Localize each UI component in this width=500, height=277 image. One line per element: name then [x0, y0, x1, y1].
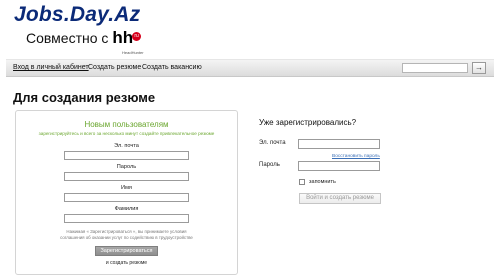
restore-password-link[interactable]: Восстановить пароль	[332, 154, 380, 159]
create-resume-caption: и создать резюме	[105, 260, 148, 266]
site-logo[interactable]: Jobs.Day.Az Совместно с hhru HeadHunter	[14, 3, 144, 56]
register-first-name-field[interactable]	[64, 193, 189, 202]
partner-line: Совместно с hhru HeadHunter	[26, 29, 144, 55]
login-password-field[interactable]	[298, 161, 380, 171]
register-password-field[interactable]	[64, 172, 189, 181]
main-nav: Вход в личный кабинет Создать резюме Соз…	[6, 59, 494, 77]
register-title: Новым пользователям	[84, 120, 169, 129]
terms-text: Нажимая « Зарегистрироваться », вы прини…	[66, 229, 187, 234]
login-title: Уже зарегистрировались?	[259, 118, 357, 127]
register-password-label: Пароль	[116, 164, 137, 170]
nav-login-cabinet[interactable]: Вход в личный кабинет	[13, 64, 89, 71]
search-go-button[interactable]: →	[472, 62, 486, 74]
register-panel: Новым пользователям зарегистрируйтесь и …	[15, 110, 238, 275]
register-last-name-label: Фамилия	[114, 206, 139, 212]
register-email-label: Эл. почта	[114, 143, 139, 149]
login-email-label: Эл. почта	[259, 140, 286, 146]
remember-label: запомнить	[309, 179, 336, 185]
terms-link[interactable]: соглашения об оказании услуг по содейств…	[16, 235, 237, 240]
register-email-field[interactable]	[64, 151, 189, 160]
logo-text: Jobs.Day.Az	[14, 3, 141, 26]
hh-badge: ru	[132, 32, 142, 41]
register-last-name-field[interactable]	[64, 214, 189, 223]
nav-create-resume[interactable]: Создать резюме	[88, 64, 141, 71]
search-input[interactable]	[402, 63, 468, 73]
register-first-name-label: Имя	[121, 185, 132, 191]
login-password-label: Пароль	[259, 162, 280, 168]
partner-prefix: Совместно с	[26, 30, 109, 46]
register-description: зарегистрируйтесь и всего за несколько м…	[38, 131, 215, 136]
remember-checkbox[interactable]	[299, 179, 305, 185]
login-button[interactable]: Войти и создать резюме	[299, 193, 381, 204]
register-button[interactable]: Зарегистрироваться	[95, 246, 158, 256]
login-email-field[interactable]	[298, 139, 380, 149]
page-title: Для создания резюме	[13, 90, 156, 105]
nav-create-vacancy[interactable]: Создать вакансию	[142, 64, 202, 71]
